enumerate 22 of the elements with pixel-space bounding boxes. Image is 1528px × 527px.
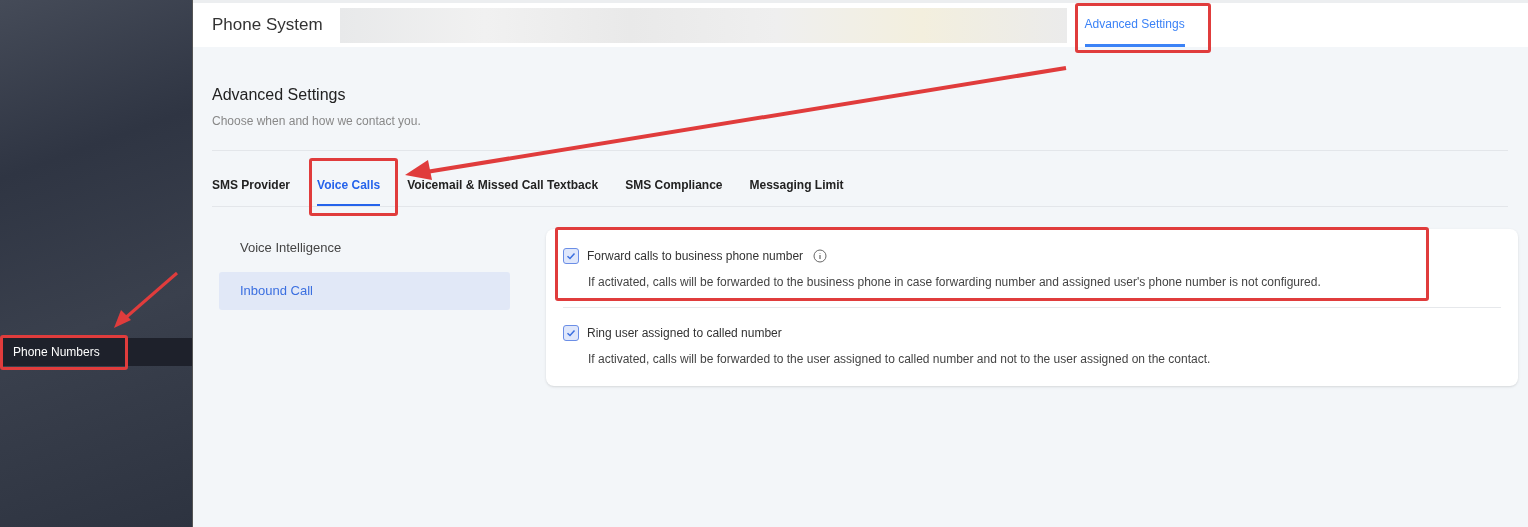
- side-menu-item[interactable]: Inbound Call: [219, 272, 510, 310]
- section-subtitle: Choose when and how we contact you.: [212, 113, 422, 130]
- check-icon: [566, 328, 576, 338]
- side-menu-item[interactable]: Voice Intelligence: [219, 229, 510, 267]
- check-icon: [566, 251, 576, 261]
- info-icon[interactable]: [813, 249, 828, 263]
- setting-label: Ring user assigned to called number: [587, 325, 782, 342]
- setting-description: If activated, calls will be forwarded to the business phone in case forwarding number and assigned user's phone number is not configured.: [588, 274, 1322, 291]
- annotation-arrow: [112, 270, 180, 330]
- header-tab[interactable]: Advanced Settings: [1084, 3, 1185, 47]
- setting-description: If activated, calls will be forwarded to the user assigned to called number and not to the user assigned on the contact.: [588, 351, 1212, 368]
- tab[interactable]: SMS Provider: [212, 176, 291, 206]
- tab[interactable]: SMS Compliance: [625, 176, 723, 206]
- checkbox[interactable]: [563, 248, 579, 264]
- page-title: Phone System: [212, 14, 323, 37]
- checkbox[interactable]: [563, 325, 579, 341]
- sidebar-item[interactable]: Phone Numbers: [0, 338, 192, 366]
- setting-label: Forward calls to business phone number: [587, 248, 804, 265]
- tab[interactable]: Voicemail & Missed Call Textback: [407, 176, 599, 206]
- tab[interactable]: Voice Calls: [317, 176, 381, 206]
- tab[interactable]: Messaging Limit: [749, 176, 844, 206]
- section-title: Advanced Settings: [212, 85, 347, 105]
